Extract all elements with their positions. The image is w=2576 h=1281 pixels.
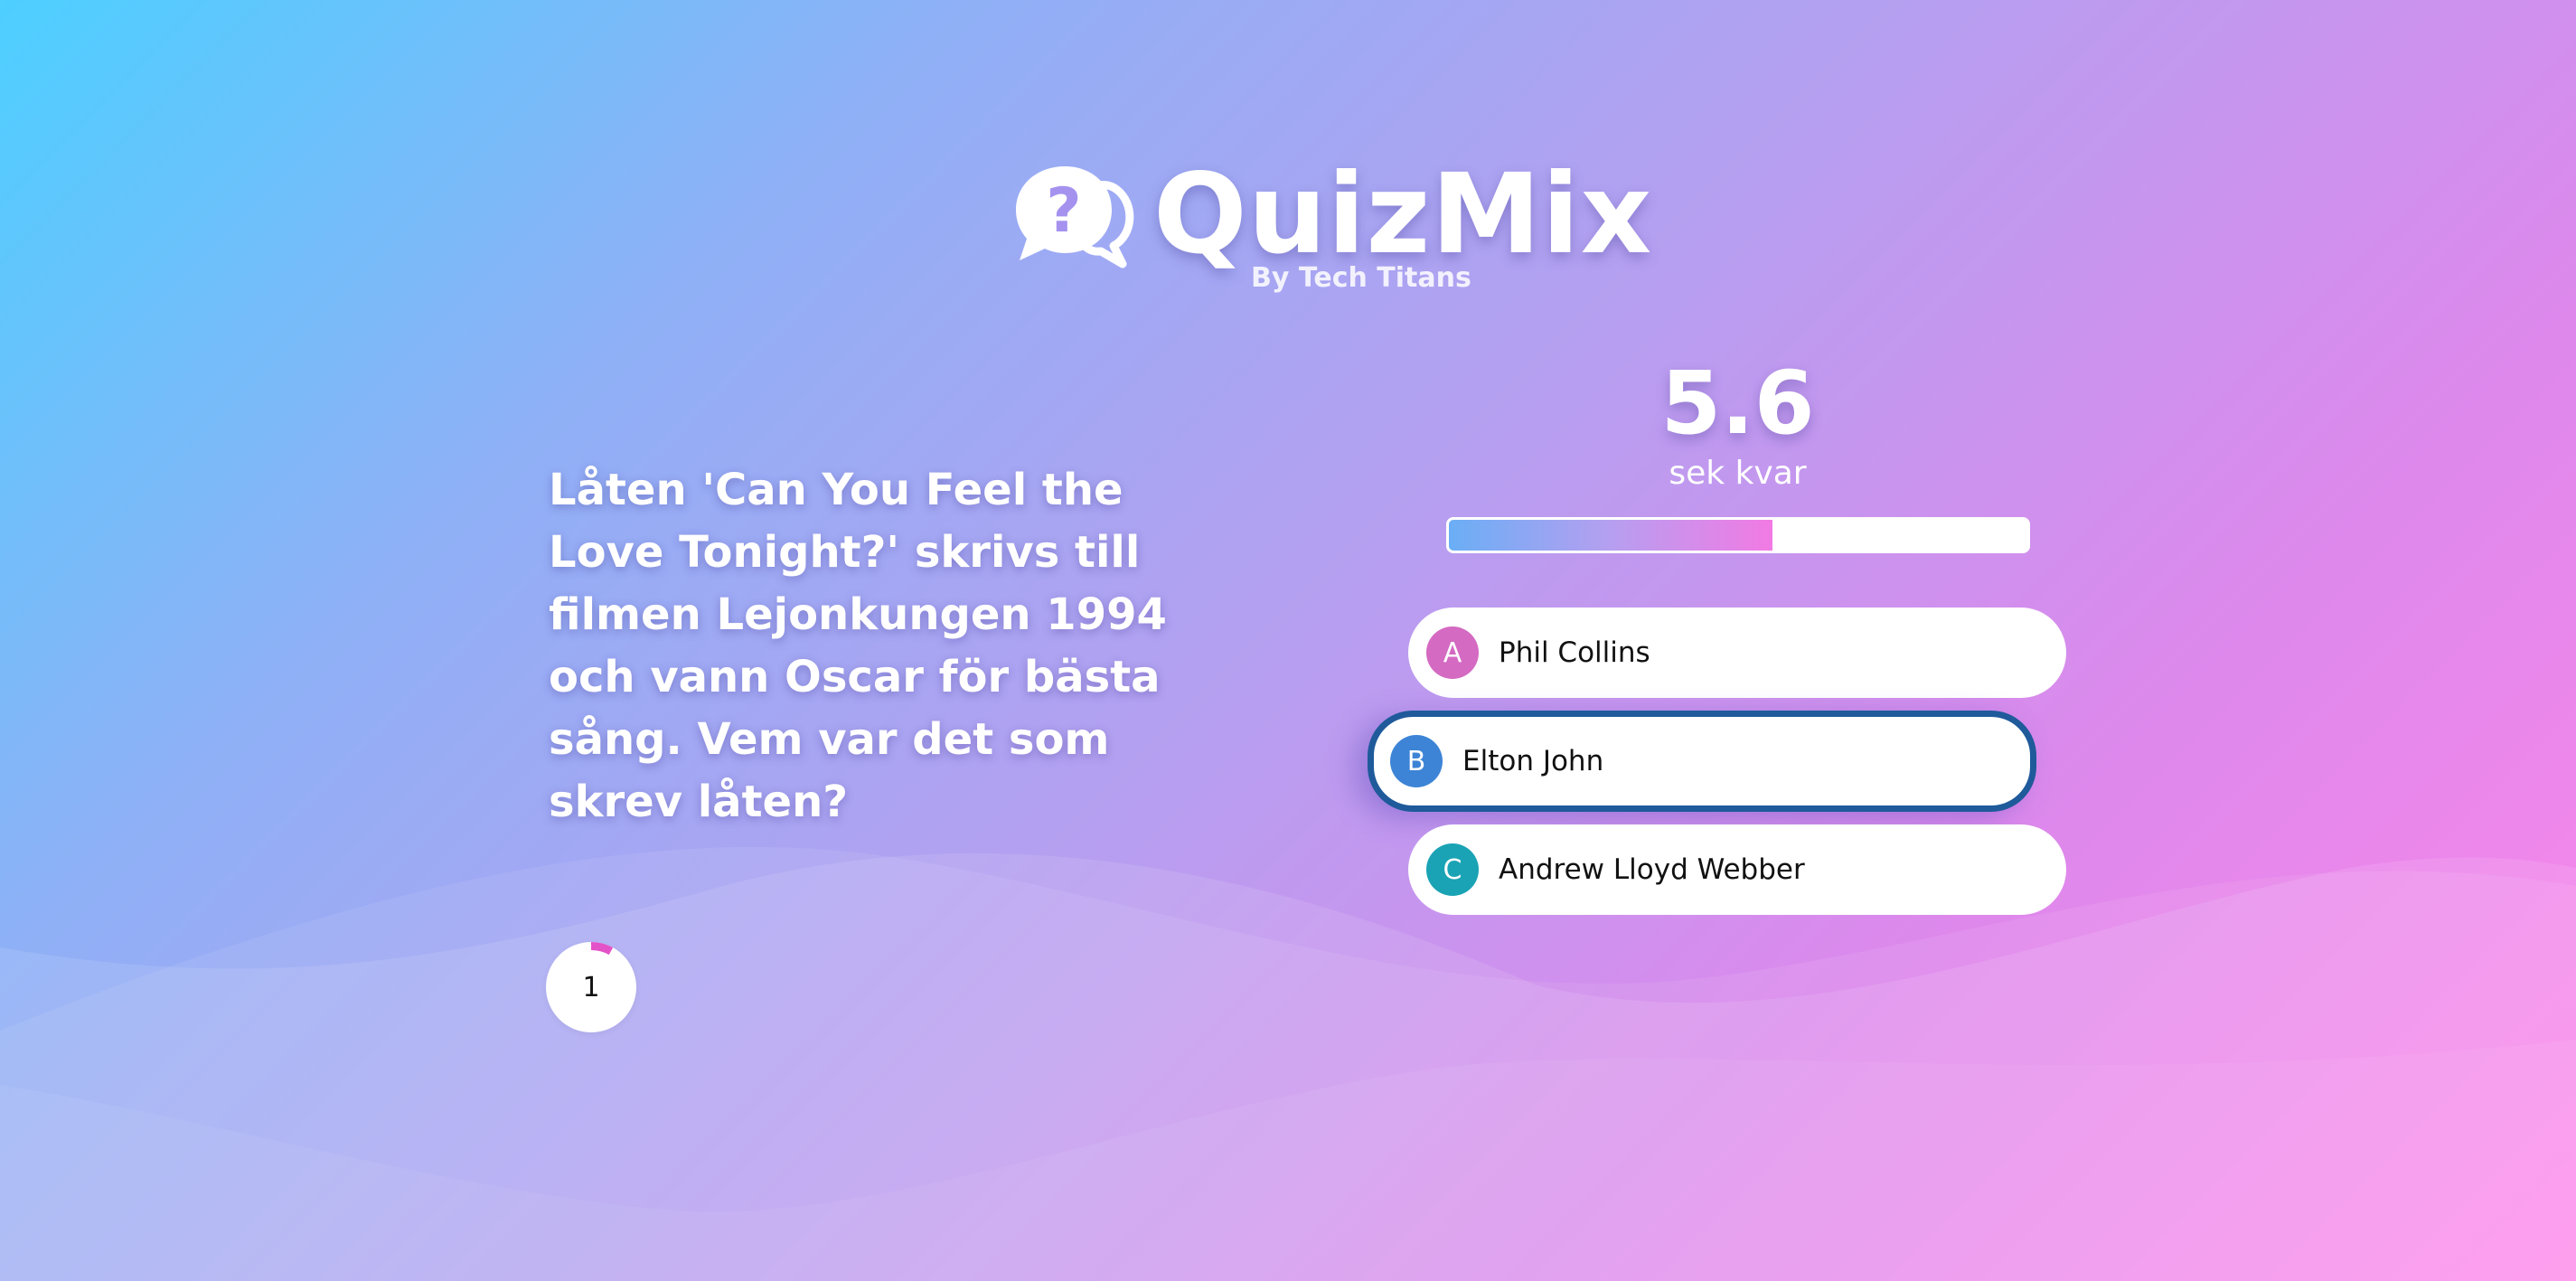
answer-text: Andrew Lloyd Webber: [1499, 853, 1805, 886]
chat-question-icon: ?: [1016, 166, 1134, 268]
answer-option-b[interactable]: B Elton John: [1368, 711, 2036, 812]
app-subtitle: By Tech Titans: [1251, 262, 1471, 294]
answer-option-c[interactable]: C Andrew Lloyd Webber: [1408, 824, 2066, 915]
answer-letter-badge: C: [1426, 843, 1479, 896]
timer-value: 5.6: [1660, 353, 1815, 454]
svg-text:?: ?: [1046, 175, 1081, 247]
timer-label: sek kvar: [1669, 455, 1807, 492]
answer-letter-badge: A: [1426, 626, 1479, 679]
question-text: Låten 'Can You Feel the Love Tonight?' s…: [549, 465, 1167, 827]
timer-progress-bar: [1446, 517, 2030, 553]
question-number-indicator: 1: [546, 942, 636, 1032]
answer-option-a[interactable]: A Phil Collins: [1408, 608, 2066, 698]
app-title: QuizMix: [1153, 150, 1653, 278]
app-logo: ? QuizMix By Tech Titans: [1011, 150, 1651, 307]
timer-progress-fill: [1449, 520, 1773, 551]
answer-text: Phil Collins: [1499, 636, 1650, 669]
answer-letter-badge: B: [1390, 735, 1443, 787]
question-number: 1: [582, 971, 600, 1003]
answer-text: Elton John: [1462, 745, 1604, 777]
